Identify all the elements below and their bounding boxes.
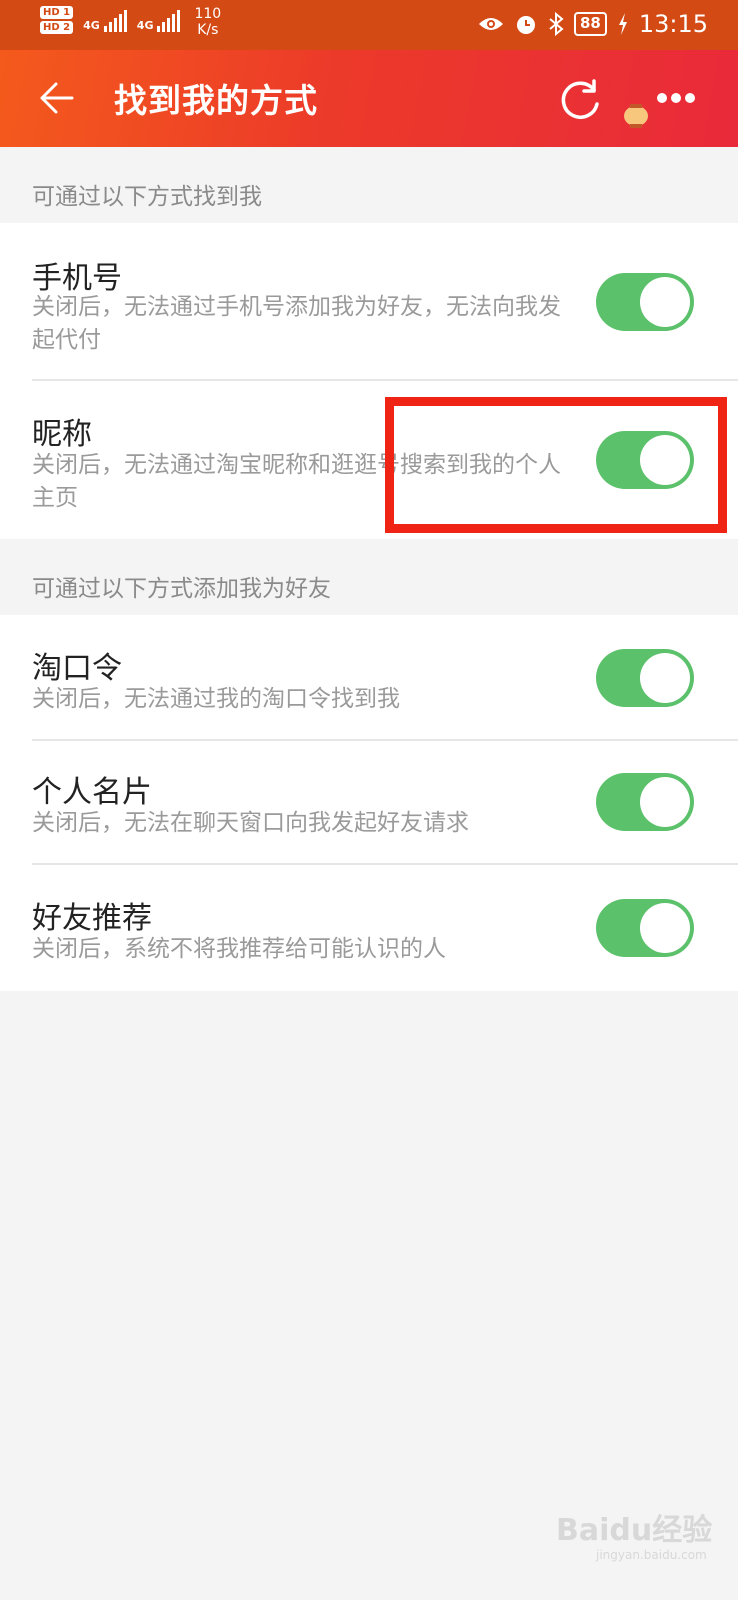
sim2-badge: HD 2 [40, 21, 74, 34]
item-title: 个人名片 [32, 775, 152, 810]
battery-indicator: 88 [573, 12, 607, 36]
item-title: 昵称 [32, 417, 92, 452]
speed-value: 110 [194, 6, 222, 22]
speed-unit: K/s [197, 22, 219, 38]
watermark-url: jingyan.baidu.com [596, 1548, 707, 1562]
signal-1: 4G [83, 6, 127, 32]
page-title: 找到我的方式 [114, 81, 318, 120]
item-title: 淘口令 [32, 651, 122, 686]
toggle-knob [640, 903, 690, 953]
bluetooth-icon [549, 12, 564, 36]
item-description: 关闭后，无法通过手机号添加我为好友，无法向我发起代付 [32, 294, 561, 353]
list-item-taokouling: 淘口令 关闭后，无法通过我的淘口令找到我 [0, 615, 738, 741]
arrow-left-icon[interactable] [36, 76, 76, 120]
add-friend-card: 淘口令 关闭后，无法通过我的淘口令找到我 个人名片 关闭后，无法在聊天窗口向我发… [0, 615, 738, 991]
app-header: 找到我的方式 [0, 50, 738, 147]
toggle-knob [640, 277, 690, 327]
signal-2: 4G [137, 6, 181, 32]
annotation-highlight-box [385, 397, 727, 533]
more-dots-icon[interactable] [656, 90, 696, 106]
section-header-label: 可通过以下方式找到我 [32, 184, 262, 210]
alarm-icon [516, 16, 535, 34]
network-speed: 110 K/s [194, 6, 221, 38]
lantern-icon [624, 104, 648, 128]
item-title: 好友推荐 [32, 901, 152, 936]
clock: 13:15 [638, 10, 708, 38]
signal-bars-1-icon [103, 10, 127, 32]
list-item-phone: 手机号 关闭后，无法通过手机号添加我为好友，无法向我发起代付 [0, 223, 738, 381]
signal-bars-2-icon [157, 10, 181, 32]
eye-icon [478, 18, 503, 30]
status-left: HD 1 HD 2 4G 4G 110 K/s [40, 6, 221, 38]
section-header-label: 可通过以下方式添加我为好友 [32, 576, 331, 602]
taokouling-toggle[interactable] [596, 649, 694, 707]
sim1-badge: HD 1 [40, 6, 74, 19]
friend-recommend-toggle[interactable] [596, 899, 694, 957]
watermark-logo: Baidu经验 [556, 1513, 713, 1548]
list-item-friend-recommend: 好友推荐 关闭后，系统不将我推荐给可能认识的人 [0, 865, 738, 991]
item-description: 关闭后，系统不将我推荐给可能认识的人 [32, 936, 446, 962]
item-description: 关闭后，无法在聊天窗口向我发起好友请求 [32, 810, 469, 836]
section-header-add-friend: 可通过以下方式添加我为好友 [0, 539, 738, 615]
refresh-icon[interactable] [558, 76, 604, 122]
list-item-business-card: 个人名片 关闭后，无法在聊天窗口向我发起好友请求 [0, 741, 738, 865]
network-2-label: 4G [136, 19, 154, 32]
business-card-toggle[interactable] [596, 773, 694, 831]
toggle-knob [640, 777, 690, 827]
charging-icon [618, 13, 627, 35]
sim-badges: HD 1 HD 2 [40, 6, 74, 34]
phone-toggle[interactable] [596, 273, 694, 331]
network-1-label: 4G [83, 19, 100, 32]
section-header-find-me: 可通过以下方式找到我 [0, 147, 738, 223]
toggle-knob [640, 653, 690, 703]
item-description: 关闭后，无法通过我的淘口令找到我 [32, 686, 400, 712]
status-bar: HD 1 HD 2 4G 4G 110 K/s 88 13:15 [0, 0, 738, 50]
status-right: 88 13:15 [478, 10, 708, 38]
